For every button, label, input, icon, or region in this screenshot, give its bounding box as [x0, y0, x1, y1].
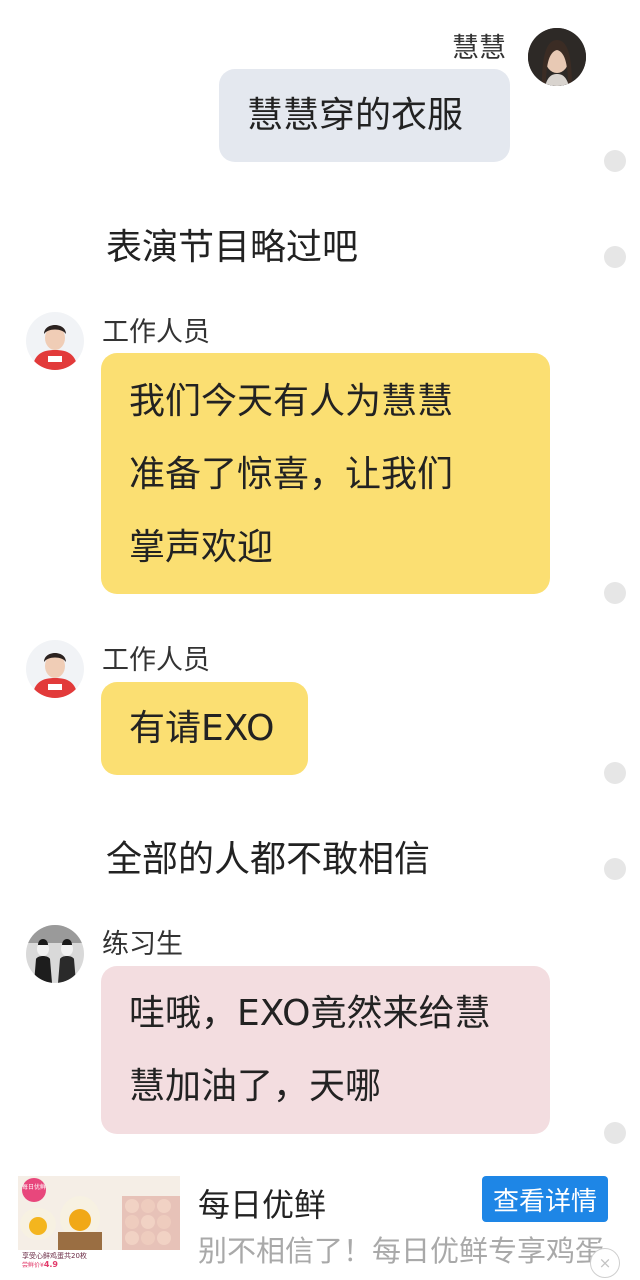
svg-text:尝鲜价¥4.9: 尝鲜价¥4.9 [22, 1260, 58, 1269]
speaker-name: 练习生 [102, 929, 183, 960]
message-line: 准备了惊喜，让我们 [129, 454, 454, 495]
speaker-name: 工作人员 [102, 645, 210, 676]
close-icon[interactable]: × [590, 1248, 620, 1278]
message-line: 掌声欢迎 [129, 527, 274, 568]
narration-text: 表演节目略过吧 [106, 227, 359, 268]
side-dot[interactable] [604, 858, 626, 880]
message-text: 慧慧穿的衣服 [247, 95, 464, 136]
message-line: 我们今天有人为慧慧 [129, 381, 454, 422]
ad-image-price-prefix: 尝鲜价¥ [22, 1261, 44, 1269]
avatar-staff[interactable] [26, 312, 84, 370]
message-bubble: 哇哦，EXO竟然来给慧 慧加油了，天哪 [101, 966, 550, 1134]
view-details-button[interactable]: 查看详情 [482, 1176, 608, 1222]
message-bubble: 慧慧穿的衣服 [219, 69, 510, 162]
ad-image-badge: 每日优鲜 [22, 1183, 46, 1191]
message-bubble: 有请EXO [101, 682, 308, 775]
side-dot[interactable] [604, 1122, 626, 1144]
message-line: 哇哦，EXO竟然来给慧 [129, 993, 491, 1034]
side-dot[interactable] [604, 246, 626, 268]
side-dot[interactable] [604, 582, 626, 604]
message-line: 慧加油了，天哪 [129, 1066, 382, 1107]
side-dot[interactable] [604, 150, 626, 172]
speaker-name: 慧慧 [452, 33, 506, 64]
avatar-staff[interactable] [26, 640, 84, 698]
ad-description[interactable]: 别不相信了！每日优鲜专享鸡蛋 [198, 1228, 620, 1270]
ad-image[interactable]: 每日优鲜 享受心鲜鸡蛋共20枚 尝鲜价¥4.9 [18, 1176, 180, 1270]
ad-image-price: 4.9 [44, 1260, 59, 1269]
message-bubble: 我们今天有人为慧慧 准备了惊喜，让我们 掌声欢迎 [101, 353, 550, 594]
avatar-huihui[interactable] [528, 28, 586, 86]
ad-title[interactable]: 每日优鲜 [198, 1180, 326, 1226]
message-text: 有请EXO [129, 708, 275, 749]
speaker-name: 工作人员 [102, 317, 210, 348]
narration-text: 全部的人都不敢相信 [106, 839, 431, 880]
avatar-trainee[interactable] [26, 925, 84, 983]
side-dot[interactable] [604, 762, 626, 784]
ad-image-headline: 享受心鲜鸡蛋共20枚 [22, 1251, 87, 1260]
